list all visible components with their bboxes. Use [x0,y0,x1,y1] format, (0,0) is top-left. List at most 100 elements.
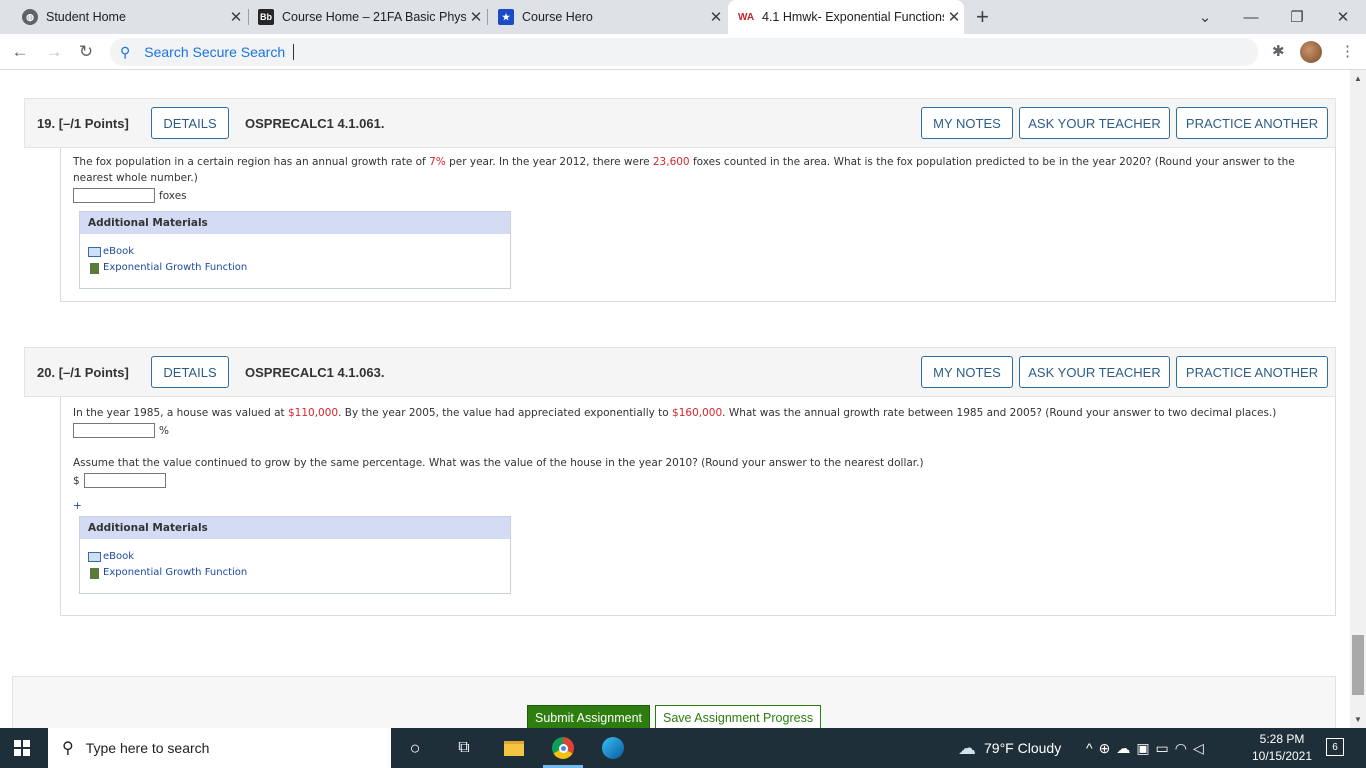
wifi-icon[interactable]: ◠ [1175,740,1193,757]
video-icon [90,567,99,579]
meet-now-icon[interactable]: ⊕ [1099,740,1117,757]
question-points: [–/1 Points] [58,364,129,380]
search-icon: ⚲ [62,740,74,757]
reload-icon[interactable]: ↻ [74,40,98,64]
globe-icon: ◍ [22,9,38,25]
exponential-growth-link[interactable]: Exponential Growth Function [88,565,502,581]
details-button[interactable]: DETAILS [151,107,229,139]
expand-plus[interactable]: + [73,498,1323,514]
question-number-points: 20. [–/1 Points] [37,365,151,380]
question-text: The fox population in a certain region h… [73,154,1323,186]
onedrive-icon[interactable]: ☁ [1116,740,1136,757]
scroll-up-icon[interactable]: ▲ [1354,74,1362,83]
menu-dots-icon[interactable]: ⋮ [1340,42,1355,60]
value-2005: $160,000 [672,407,723,419]
details-button[interactable]: DETAILS [151,356,229,388]
tab-webassign[interactable]: WA 4.1 Hmwk- Exponential Functions ✕ [728,0,964,34]
question-text-part: . What was the annual growth rate betwee… [722,407,1277,419]
restore-icon[interactable]: ❐ [1274,0,1320,34]
question-text: In the year 1985, a house was valued at … [73,403,1323,421]
page-scrollbar[interactable]: ▲ ▼ [1350,70,1366,728]
extensions-puzzle-icon[interactable]: ✱ [1272,42,1285,60]
additional-materials: Additional Materials eBook Exponential G… [79,211,511,289]
tab-close-icon[interactable]: ✕ [466,8,486,26]
additional-materials-title: Additional Materials [80,212,510,234]
notifications-icon[interactable]: 6 [1326,738,1344,756]
tab-close-icon[interactable]: ✕ [226,8,246,26]
tab-title: Course Home – 21FA Basic Physic [282,10,466,24]
ebook-link[interactable]: eBook [88,549,502,565]
cloud-icon: ☁ [958,737,976,758]
ask-your-teacher-button[interactable]: ASK YOUR TEACHER [1019,356,1170,388]
windows-start-icon[interactable] [14,740,30,756]
new-tab-button[interactable]: + [976,4,989,30]
question-body: The fox population in a certain region h… [60,148,1336,302]
back-icon[interactable]: ← [8,40,32,64]
link-label: eBook [103,246,135,257]
ask-your-teacher-button[interactable]: ASK YOUR TEACHER [1019,107,1170,139]
link-label: Exponential Growth Function [103,567,248,578]
question-header: 19. [–/1 Points] DETAILS OSPRECALC1 4.1.… [24,98,1336,148]
taskbar-clock[interactable]: 5:28 PM 10/15/2021 [1244,731,1320,765]
additional-materials-title: Additional Materials [80,517,510,539]
tab-course-home[interactable]: Bb Course Home – 21FA Basic Physic ✕ [250,0,486,34]
taskbar-search[interactable]: ⚲ Type here to search [48,728,391,768]
answer-input[interactable] [73,188,155,203]
address-bar[interactable]: ⚲ Search Secure Search [110,38,1258,66]
tab-search-icon[interactable]: ⌄ [1182,0,1228,34]
volume-icon[interactable]: ◁ [1193,740,1210,757]
cortana-icon[interactable]: ○ [403,736,427,760]
answer-unit: % [159,424,169,437]
question-19: 19. [–/1 Points] DETAILS OSPRECALC1 4.1.… [24,98,1336,302]
display-icon[interactable]: ▣ [1136,740,1155,757]
question-text-part: . By the year 2005, the value had apprec… [338,407,673,419]
system-tray: ^ ⊕ ☁ ▣ ▭ ◠ ◁ [1086,728,1210,768]
fox-count-value: 23,600 [652,156,690,168]
my-notes-button[interactable]: MY NOTES [921,356,1013,388]
question-code: OSPRECALC1 4.1.061. [245,115,385,131]
answer-unit: foxes [159,189,187,202]
tab-student-home[interactable]: ◍ Student Home ✕ [14,0,246,34]
additional-materials: Additional Materials eBook Exponential G… [79,516,511,594]
practice-another-button[interactable]: PRACTICE ANOTHER [1176,356,1328,388]
file-explorer-icon[interactable] [502,736,526,760]
ebook-link[interactable]: eBook [88,244,502,260]
search-icon: ⚲ [120,43,131,60]
tab-close-icon[interactable]: ✕ [944,8,964,26]
question-text-part: per year. In the year 2012, there were [445,156,653,168]
tab-strip: ◍ Student Home ✕ Bb Course Home – 21FA B… [0,0,1366,34]
my-notes-button[interactable]: MY NOTES [921,107,1013,139]
battery-icon[interactable]: ▭ [1156,740,1175,757]
growth-rate-input[interactable] [73,423,155,438]
chrome-icon[interactable] [551,736,575,760]
close-window-icon[interactable]: ✕ [1320,0,1366,34]
tab-separator [487,9,488,25]
question-number-points: 19. [–/1 Points] [37,116,151,131]
answer-row-2: $ [73,473,1323,488]
dollar-prefix: $ [73,474,80,487]
practice-another-button[interactable]: PRACTICE ANOTHER [1176,107,1328,139]
edge-icon[interactable] [601,736,625,760]
browser-toolbar: ← → ↻ ⚲ Search Secure Search ✱ ⋮ [0,34,1366,70]
tab-close-icon[interactable]: ✕ [706,8,726,26]
task-view-icon[interactable]: ⧉ [452,736,476,760]
minimize-icon[interactable]: — [1228,0,1274,34]
question-20: 20. [–/1 Points] DETAILS OSPRECALC1 4.1.… [24,347,1336,616]
house-value-input[interactable] [83,473,166,488]
forward-icon[interactable]: → [42,40,66,64]
profile-avatar[interactable] [1300,41,1322,63]
chevron-up-icon[interactable]: ^ [1086,740,1099,756]
scrollbar-thumb[interactable] [1352,635,1364,695]
scroll-down-icon[interactable]: ▼ [1354,715,1362,724]
tab-title: 4.1 Hmwk- Exponential Functions [762,10,944,24]
taskbar-search-placeholder: Type here to search [85,740,210,756]
weather-widget[interactable]: ☁ 79°F Cloudy [958,728,1061,768]
question-header: 20. [–/1 Points] DETAILS OSPRECALC1 4.1.… [24,347,1336,397]
save-progress-button[interactable]: Save Assignment Progress [655,705,822,728]
tab-title: Course Hero [522,10,593,24]
windows-taskbar: ⚲ Type here to search ○ ⧉ ☁ 79°F Cloudy … [0,728,1366,768]
exponential-growth-link[interactable]: Exponential Growth Function [88,260,502,276]
submit-assignment-button[interactable]: Submit Assignment [527,705,650,728]
tab-course-hero[interactable]: ★ Course Hero ✕ [490,0,726,34]
question-code: OSPRECALC1 4.1.063. [245,364,385,380]
